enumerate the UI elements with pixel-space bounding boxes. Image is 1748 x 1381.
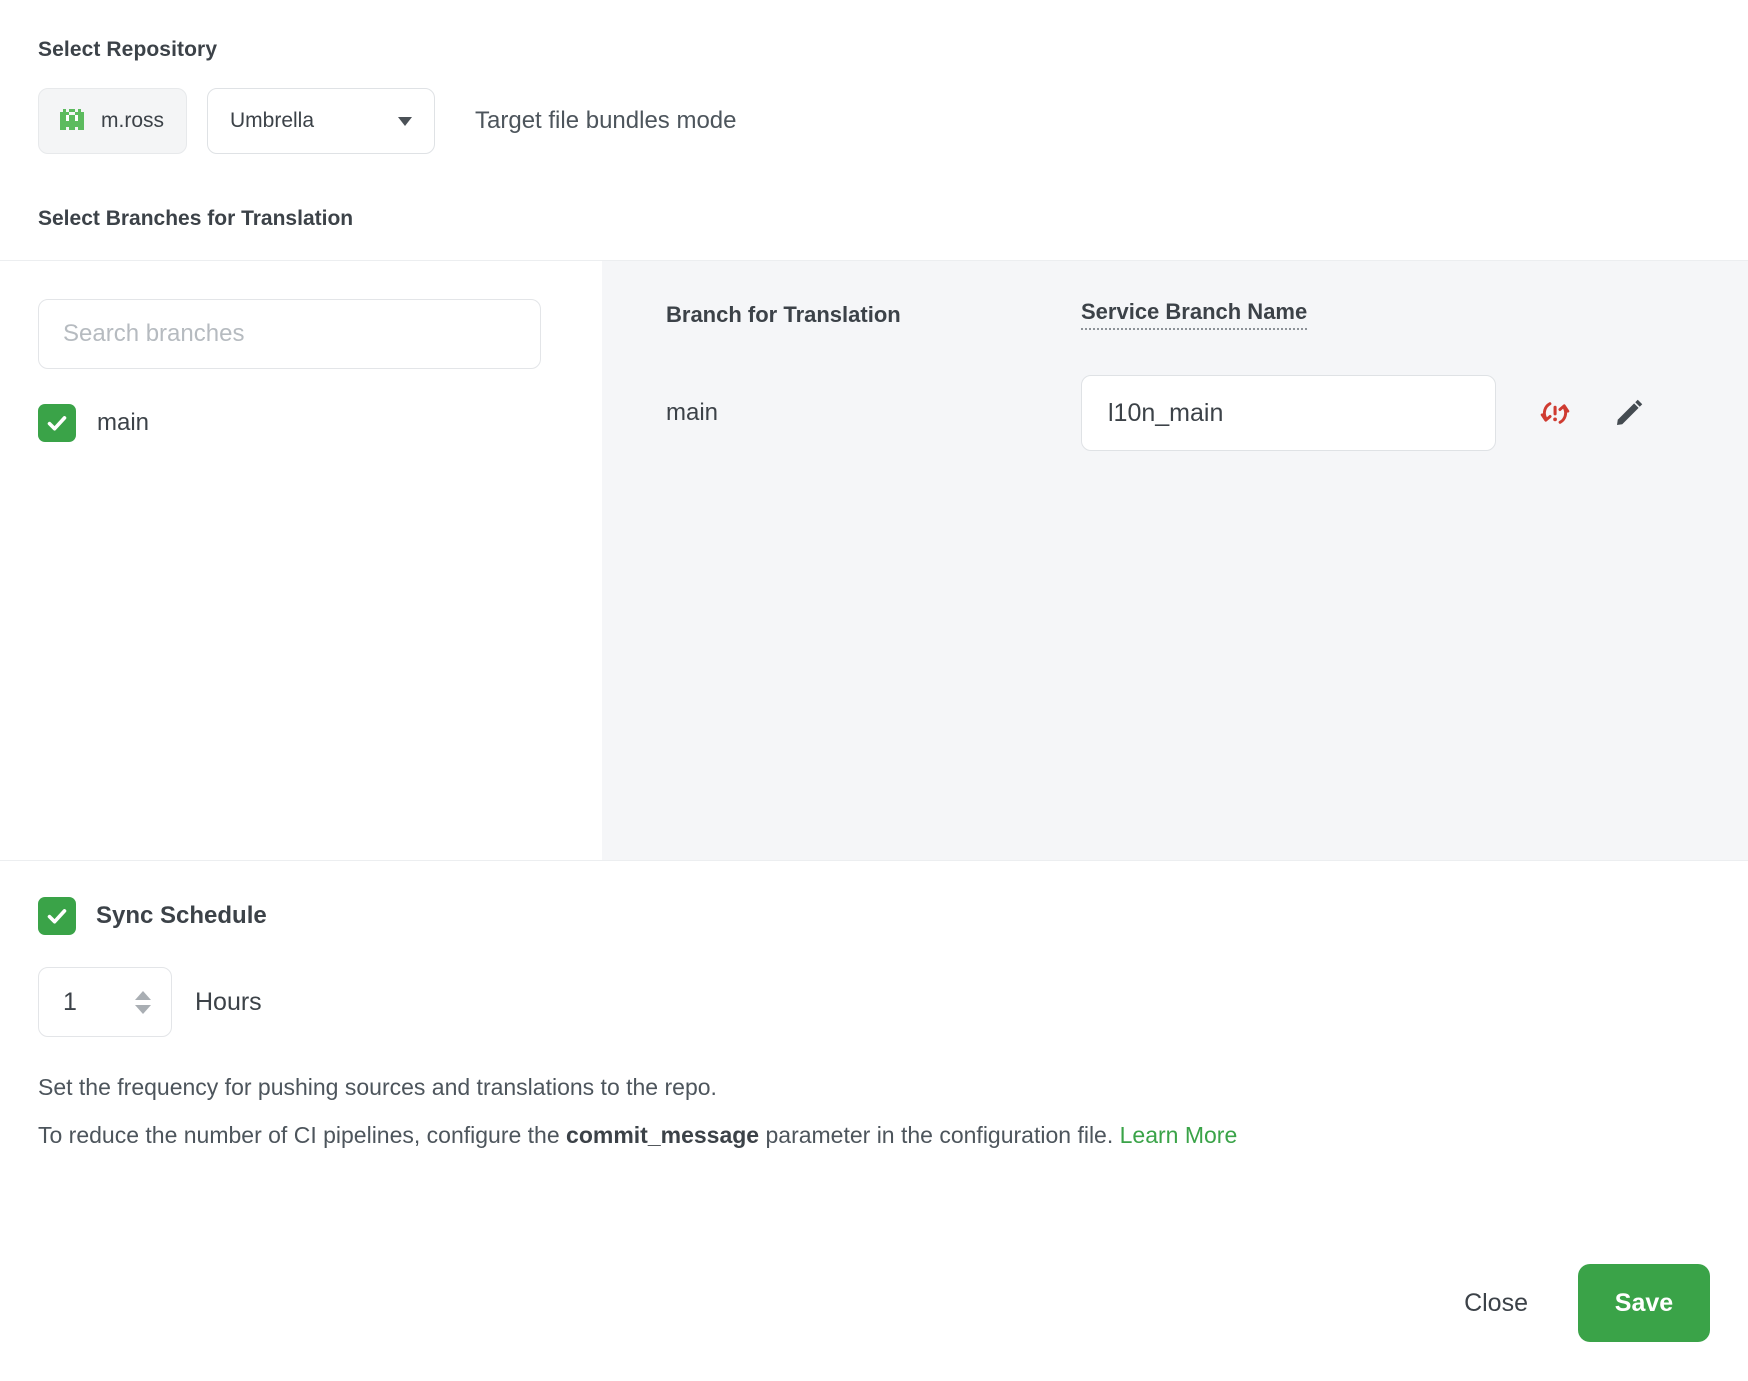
dialog-footer: Close Save — [1442, 1264, 1710, 1342]
close-button[interactable]: Close — [1442, 1271, 1550, 1336]
sync-schedule-section: Sync Schedule 1 Hours Set the frequency … — [0, 861, 1748, 1151]
select-branches-label: Select Branches for Translation — [38, 207, 354, 230]
stepper-increment-icon[interactable] — [135, 990, 151, 1000]
chevron-down-icon — [398, 116, 412, 126]
repository-dropdown[interactable]: Umbrella — [207, 88, 435, 154]
frequency-unit-label: Hours — [195, 987, 262, 1016]
sync-error-icon[interactable] — [1538, 396, 1572, 430]
helper-suffix: parameter in the configuration file. — [759, 1121, 1120, 1148]
user-chip-label: m.ross — [101, 109, 164, 132]
sync-helper-text-2: To reduce the number of CI pipelines, co… — [38, 1121, 1710, 1151]
sync-schedule-toggle-row[interactable]: Sync Schedule — [38, 897, 1710, 935]
branch-mapping-header: Branch for Translation Service Branch Na… — [602, 299, 1748, 330]
frequency-stepper[interactable]: 1 — [38, 967, 172, 1037]
save-button[interactable]: Save — [1578, 1264, 1710, 1342]
sync-schedule-checkbox-checked-icon[interactable] — [38, 897, 76, 935]
table-row: main — [602, 375, 1748, 451]
column-header-branch-for-translation: Branch for Translation — [666, 301, 901, 327]
list-item[interactable]: main — [38, 403, 564, 443]
identicon-invader-icon — [57, 106, 87, 136]
select-repository-label: Select Repository — [38, 38, 218, 61]
user-chip[interactable]: m.ross — [38, 88, 187, 154]
repository-row: m.ross Umbrella Target file bundles mode — [38, 88, 1710, 154]
branch-name-label: main — [97, 409, 150, 436]
sync-helper-text-1: Set the frequency for pushing sources an… — [38, 1074, 717, 1100]
frequency-value: 1 — [63, 987, 77, 1016]
frequency-row: 1 Hours — [38, 967, 1710, 1037]
target-file-bundles-mode-label: Target file bundles mode — [475, 107, 737, 134]
branch-list: main — [38, 403, 564, 443]
commit-message-parameter: commit_message — [566, 1121, 760, 1148]
branch-checkbox-checked-icon[interactable] — [38, 404, 76, 442]
branch-mapping-panel: Branch for Translation Service Branch Na… — [602, 261, 1748, 860]
stepper-arrows[interactable] — [135, 990, 151, 1014]
pencil-icon[interactable] — [1612, 396, 1646, 430]
repository-section: Select Repository m.ross Umbrella Target… — [0, 0, 1748, 231]
service-branch-name-input[interactable] — [1081, 375, 1496, 451]
sync-schedule-label: Sync Schedule — [96, 902, 267, 929]
row-branch-name: main — [666, 399, 719, 426]
helper-prefix: To reduce the number of CI pipelines, co… — [38, 1121, 567, 1148]
branches-panels: main Branch for Translation Service Bran… — [0, 260, 1748, 861]
row-actions — [1538, 396, 1646, 430]
repository-dropdown-value: Umbrella — [230, 109, 315, 132]
learn-more-link[interactable]: Learn More — [1120, 1122, 1238, 1148]
branch-list-panel: main — [0, 261, 602, 860]
stepper-decrement-icon[interactable] — [135, 1004, 151, 1014]
column-header-service-branch-name[interactable]: Service Branch Name — [1081, 299, 1308, 330]
search-branches-input[interactable] — [38, 299, 541, 369]
